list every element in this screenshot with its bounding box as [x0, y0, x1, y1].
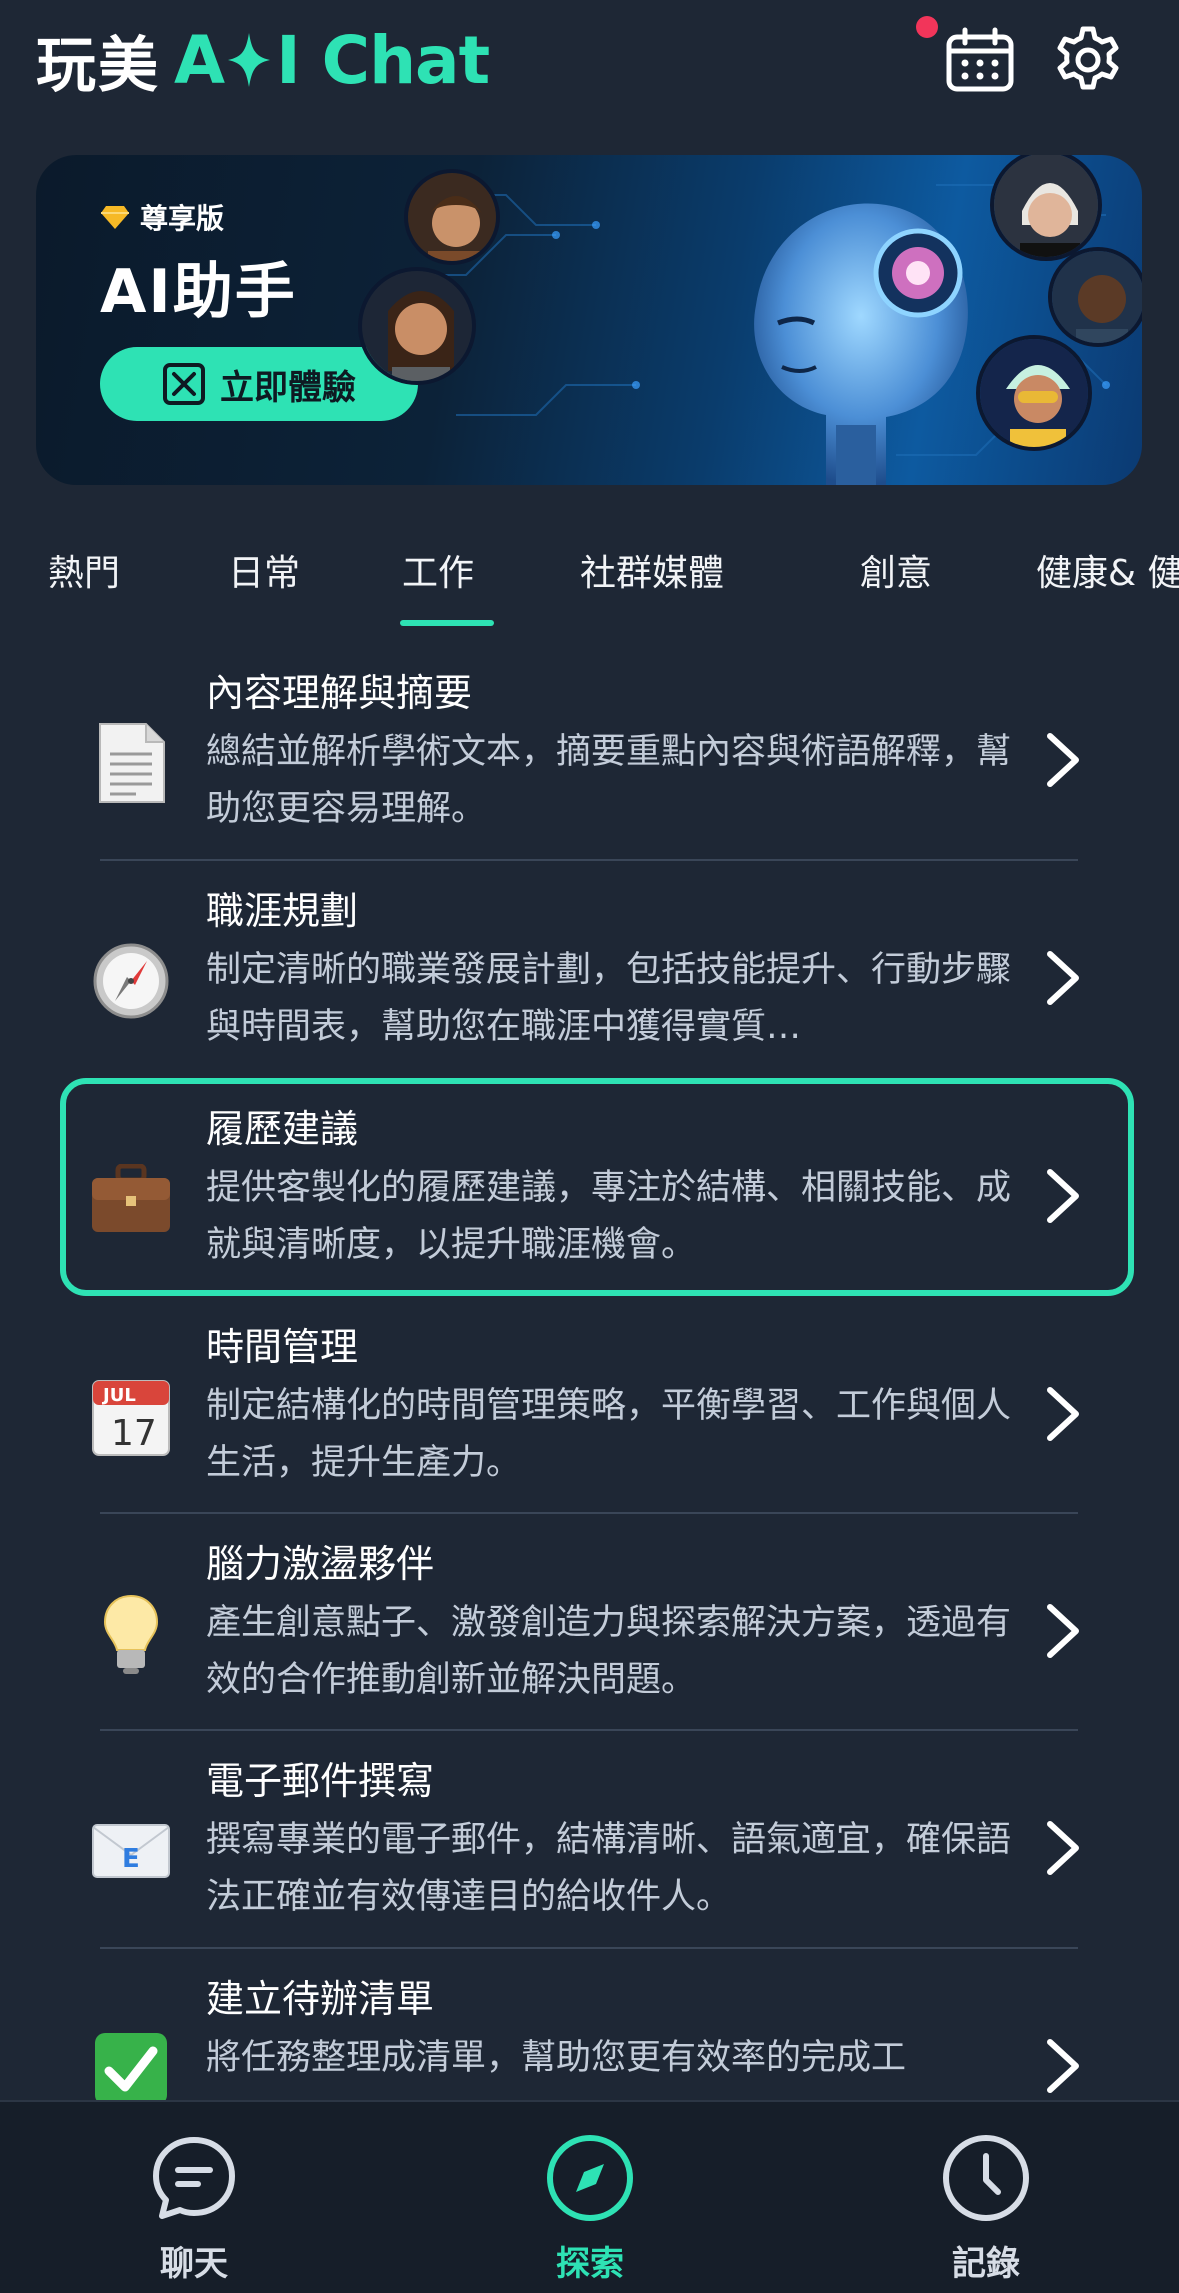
ai-robot-illustration: [754, 203, 968, 485]
item-title: 腦力激盪夥伴: [206, 1542, 435, 1586]
document-icon: [88, 720, 174, 806]
app-logo: 玩美 A I Chat: [36, 20, 490, 101]
settings-button[interactable]: [1050, 22, 1126, 98]
tools-icon: [163, 363, 205, 405]
list-item-content-summary[interactable]: 內容理解與摘要 總結並解析學術文本，摘要重點內容與術語解釋，幫助您更容易理解。: [0, 652, 1179, 870]
divider: [100, 1947, 1078, 1949]
chevron-right-icon: [1047, 951, 1079, 1005]
gear-icon: [1057, 26, 1119, 90]
chevron-right-icon: [1047, 1387, 1079, 1441]
chevron-right-icon: [1047, 1169, 1079, 1223]
logo-chinese-text: 玩美: [36, 30, 160, 101]
nav-history[interactable]: 記錄: [876, 2102, 1096, 2293]
avatar-woman-sunglasses: [976, 335, 1092, 451]
list-item-brainstorming[interactable]: 腦力激盪夥伴 產生創意點子、激發創造力與探索解決方案，透過有效的合作推動創新並解…: [0, 1523, 1179, 1741]
calendar-day: 17: [111, 1413, 157, 1454]
diamond-icon: [101, 206, 129, 229]
chevron-right-icon: [1047, 1821, 1079, 1875]
logo-ai-chat: A I Chat: [174, 21, 490, 99]
nav-explore[interactable]: 探索: [480, 2102, 700, 2293]
notification-dot: [916, 16, 938, 38]
item-title: 內容理解與摘要: [206, 671, 473, 715]
try-now-label: 立即體驗: [220, 367, 356, 408]
calendar-icon: [946, 27, 1014, 92]
item-title: 電子郵件撰寫: [206, 1759, 435, 1803]
tab-health[interactable]: 健康& 健: [1036, 544, 1179, 596]
briefcase-icon: [88, 1156, 174, 1242]
list-item-resume-advice[interactable]: 履歷建議 提供客製化的履歷建議，專注於結構、相關技能、成就與清晰度，以提升職涯機…: [0, 1088, 1179, 1306]
app-screen: 玩美 A I Chat 尊享版 AI助手 立即體驗 熱門 日常 工作 社群媒體 …: [0, 0, 1179, 2293]
premium-banner[interactable]: 尊享版 AI助手 立即體驗: [36, 155, 1142, 485]
clock-icon: [943, 2135, 1029, 2221]
chevron-right-icon: [1047, 733, 1079, 787]
item-description: 撰寫專業的電子郵件，結構清晰、語氣適宜，確保語法正確並有效傳達目的給收件人。: [206, 1820, 1012, 1917]
tab-creative[interactable]: 創意: [860, 544, 932, 596]
chevron-right-icon: [1047, 1604, 1079, 1658]
nav-history-label: 記錄: [952, 2244, 1020, 2284]
chevron-right-icon: [1047, 2039, 1079, 2093]
item-description: 制定清晰的職業發展計劃，包括技能提升、行動步驟與時間表，幫助您在職涯中獲得實質…: [206, 950, 1012, 1047]
item-title: 時間管理: [206, 1325, 359, 1369]
bottom-nav: 聊天 探索 記錄: [0, 2100, 1179, 2293]
active-tab-indicator: [400, 620, 494, 626]
logo-ai-a: A: [174, 21, 225, 99]
banner-title: AI助手: [100, 257, 297, 327]
list-item-email-writing[interactable]: E 電子郵件撰寫 撰寫專業的電子郵件，結構清晰、語氣適宜，確保語法正確並有效傳達…: [0, 1740, 1179, 1958]
calendar-month: JUL: [101, 1385, 136, 1406]
sparkle-icon: [228, 33, 271, 87]
item-description: 總結並解析學術文本，摘要重點內容與術語解釋，幫助您更容易理解。: [206, 732, 1012, 829]
category-tabs: 熱門 日常 工作 社群媒體 創意 健康& 健: [0, 530, 1179, 630]
item-title: 職涯規劃: [206, 889, 359, 933]
chat-icon: [153, 2137, 235, 2219]
item-title: 履歷建議: [206, 1107, 359, 1151]
tab-daily[interactable]: 日常: [228, 544, 300, 596]
header: 玩美 A I Chat: [0, 0, 1179, 130]
logo-ai-chat-text: I Chat: [276, 21, 490, 99]
tab-work[interactable]: 工作: [402, 544, 474, 596]
item-description: 提供客製化的履歷建議，專注於結構、相關技能、成就與清晰度，以提升職涯機會。: [206, 1168, 1012, 1265]
compass-icon: [547, 2135, 633, 2221]
nav-chat[interactable]: 聊天: [84, 2102, 304, 2293]
calendar-button[interactable]: [942, 22, 1018, 98]
premium-badge-label: 尊享版: [140, 202, 225, 235]
item-description: 制定結構化的時間管理策略，平衡學習、工作與個人生活，提升生產力。: [206, 1386, 1012, 1483]
compass-icon: [88, 938, 174, 1024]
divider: [100, 1512, 1078, 1514]
tab-social-media[interactable]: 社群媒體: [580, 544, 724, 596]
divider: [100, 859, 1078, 861]
email-icon: E: [88, 1808, 174, 1894]
premium-badge: 尊享版: [100, 197, 224, 237]
nav-chat-label: 聊天: [160, 2244, 228, 2284]
avatar-man-brown-hair: [404, 169, 500, 265]
tab-hot[interactable]: 熱門: [48, 544, 120, 596]
calendar-date-icon: JUL 17: [88, 1374, 174, 1460]
item-description: 產生創意點子、激發創造力與探索解決方案，透過有效的合作推動創新並解決問題。: [206, 1603, 1012, 1700]
avatar-man-dark-skin: [1048, 247, 1142, 347]
divider: [100, 1729, 1078, 1731]
avatar-woman-braids: [358, 267, 476, 385]
email-letter: E: [122, 1844, 140, 1874]
list-item-career-planning[interactable]: 職涯規劃 制定清晰的職業發展計劃，包括技能提升、行動步驟與時間表，幫助您在職涯中…: [0, 870, 1179, 1088]
item-description: 將任務整理成清單，幫助您更有效率的完成工: [206, 2038, 907, 2078]
list-item-time-management[interactable]: JUL 17 時間管理 制定結構化的時間管理策略，平衡學習、工作與個人生活，提升…: [0, 1306, 1179, 1524]
nav-explore-label: 探索: [556, 2244, 624, 2284]
item-title: 建立待辦清單: [206, 1977, 435, 2021]
lightbulb-icon: [88, 1591, 174, 1677]
